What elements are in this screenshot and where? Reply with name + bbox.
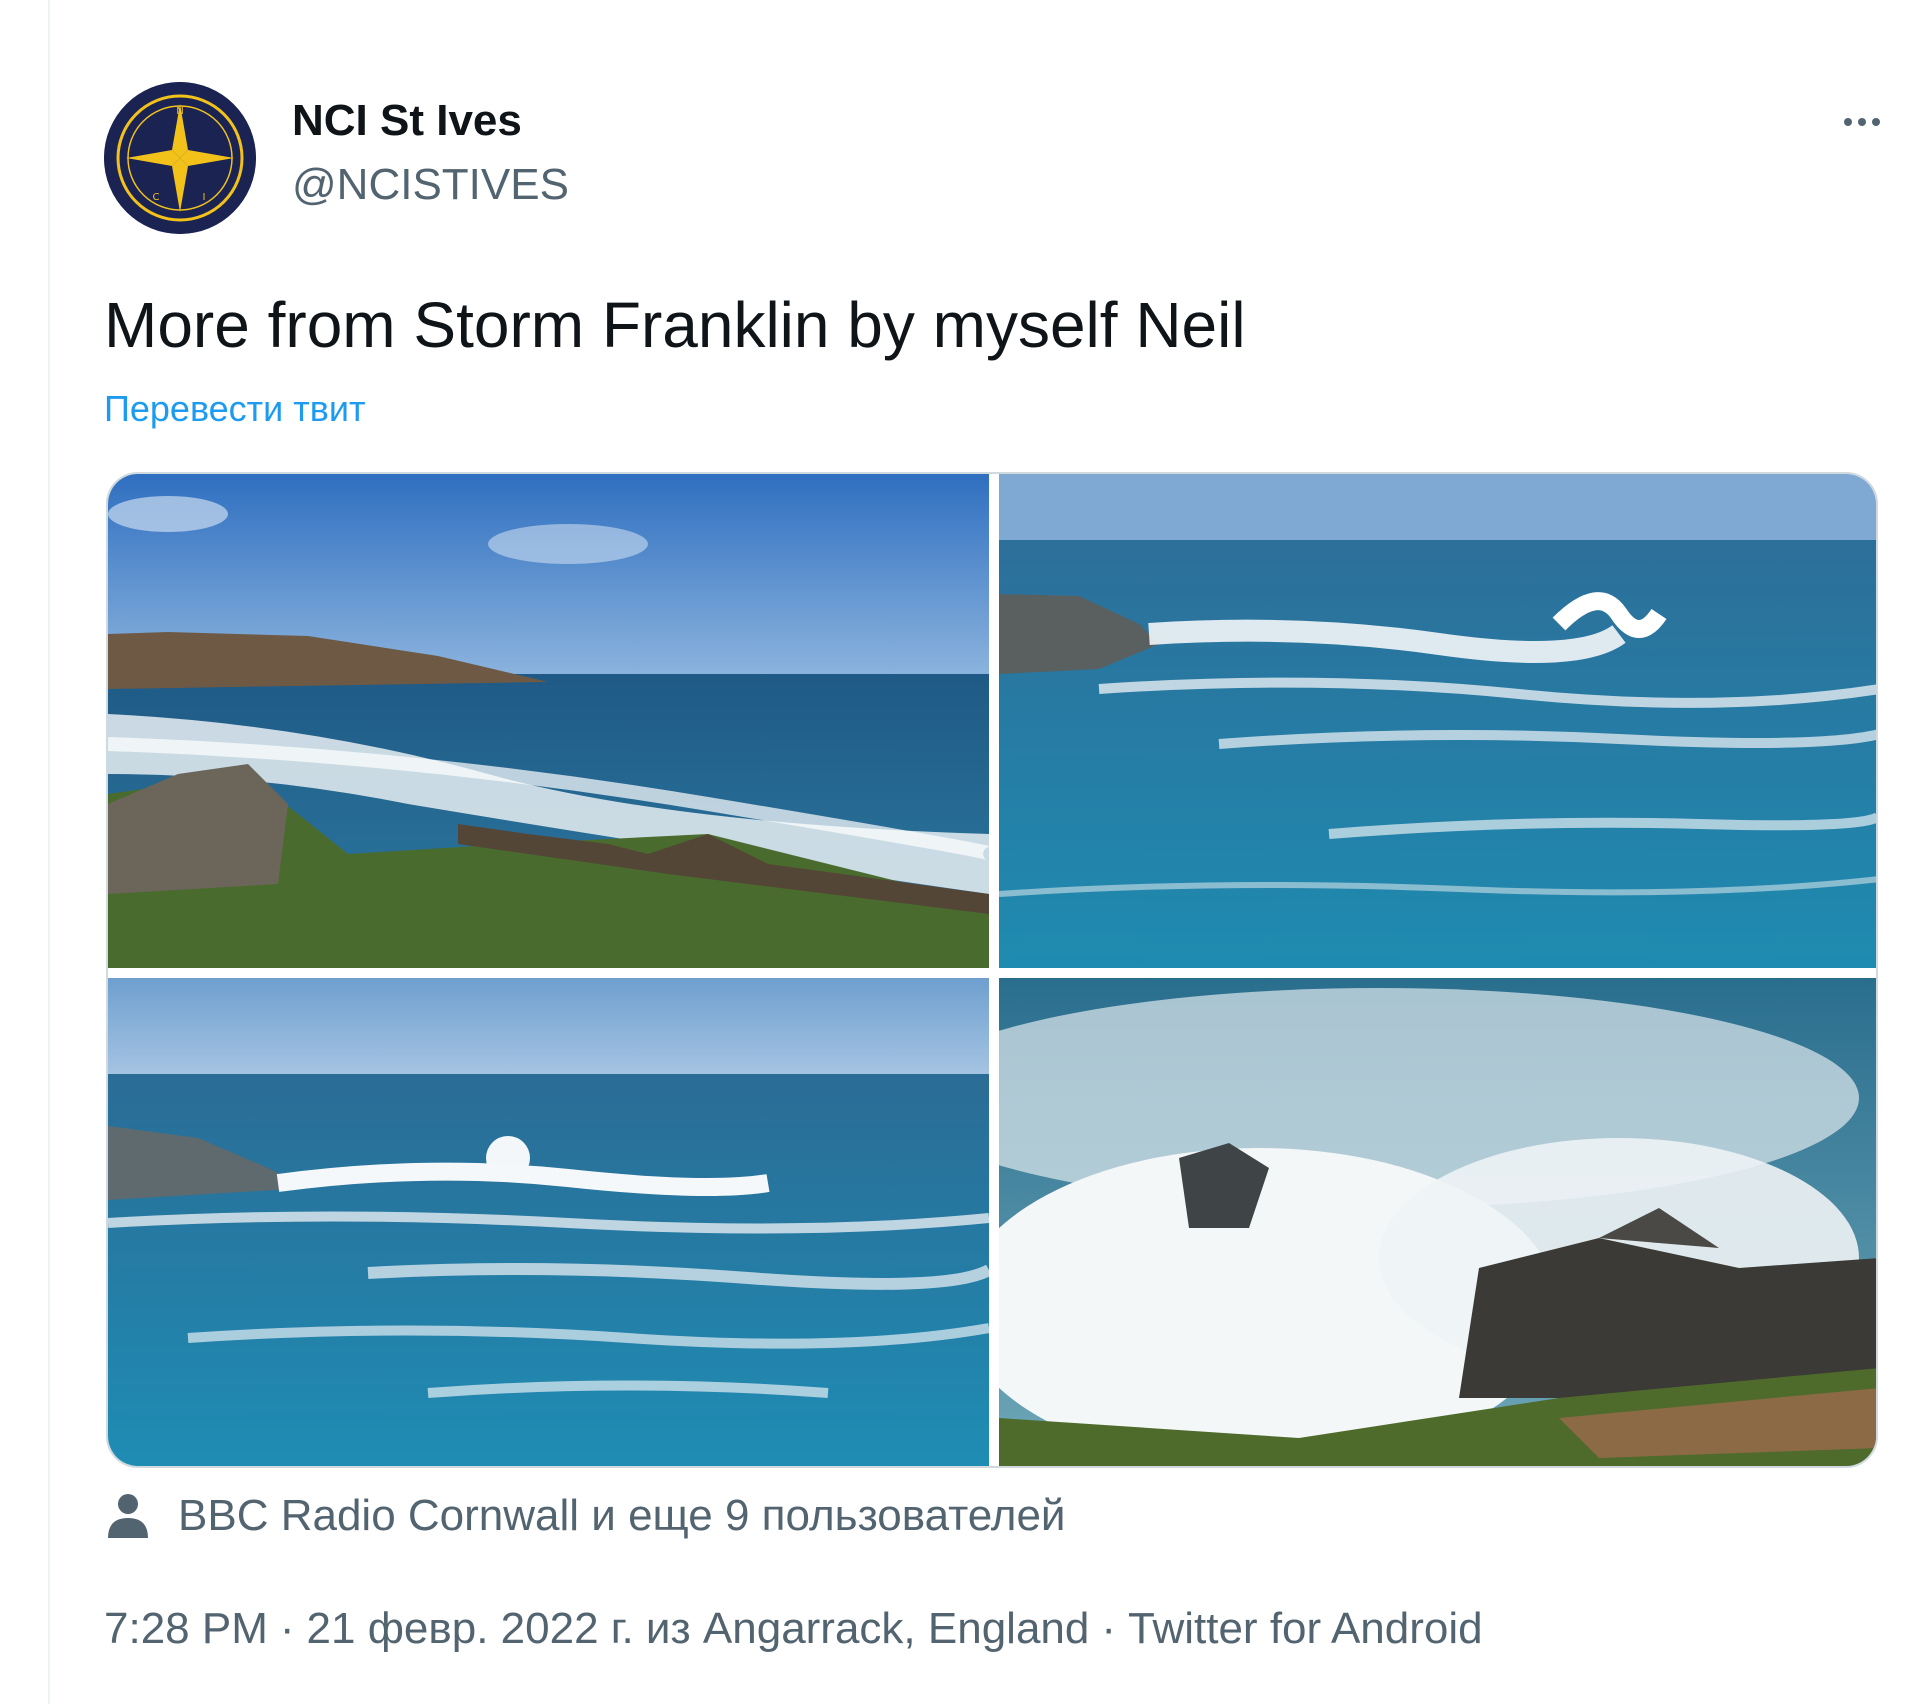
tweet-date[interactable]: 21 февр. 2022 г. — [307, 1604, 634, 1653]
media-photo-3[interactable] — [108, 978, 989, 1466]
svg-text:N: N — [176, 106, 183, 117]
tagged-users-text: BBC Radio Cornwall и еще 9 пользователей — [178, 1491, 1066, 1540]
svg-text:I: I — [203, 192, 206, 203]
media-photo-2[interactable] — [999, 474, 1876, 968]
media-photo-1[interactable] — [108, 474, 989, 968]
svg-text:C: C — [153, 192, 160, 203]
meta-separator: · — [279, 1604, 295, 1653]
photo-rough-sea-rocks-icon — [999, 474, 1876, 968]
media-photo-4[interactable] — [999, 978, 1876, 1466]
author-handle[interactable]: @NCISTIVES — [292, 160, 569, 210]
nci-compass-logo-icon: N C I — [104, 82, 256, 234]
more-horizontal-icon — [1858, 118, 1866, 126]
meta-separator: · — [1101, 1604, 1117, 1653]
more-options-button[interactable] — [1822, 100, 1902, 144]
tweet-source[interactable]: Twitter for Android — [1128, 1604, 1483, 1653]
translate-tweet-link[interactable]: Перевести твит — [104, 388, 366, 430]
tweet-meta: 7:28 PM · 21 февр. 2022 г. из Angarrack, E… — [104, 1604, 1483, 1654]
media-grid — [106, 472, 1878, 1468]
photo-breaking-waves-icon — [108, 978, 989, 1466]
person-icon — [108, 1494, 148, 1538]
tweet-card: N C I NCI St Ives @NCISTIVES More from S… — [50, 0, 1920, 1704]
photo-coast-headland-icon — [108, 474, 989, 968]
tweet-text: More from Storm Franklin by myself Neil — [104, 289, 1246, 361]
left-gutter — [0, 0, 50, 1704]
tagged-users[interactable]: BBC Radio Cornwall и еще 9 пользователей — [106, 1486, 1066, 1546]
tweet-time[interactable]: 7:28 PM — [104, 1604, 268, 1653]
author-display-name[interactable]: NCI St Ives — [292, 96, 522, 146]
author-avatar[interactable]: N C I — [104, 82, 256, 234]
more-horizontal-icon — [1844, 118, 1852, 126]
photo-spray-on-rocks-icon — [999, 978, 1876, 1466]
tweet-location[interactable]: из Angarrack, England — [646, 1604, 1089, 1653]
more-horizontal-icon — [1872, 118, 1880, 126]
